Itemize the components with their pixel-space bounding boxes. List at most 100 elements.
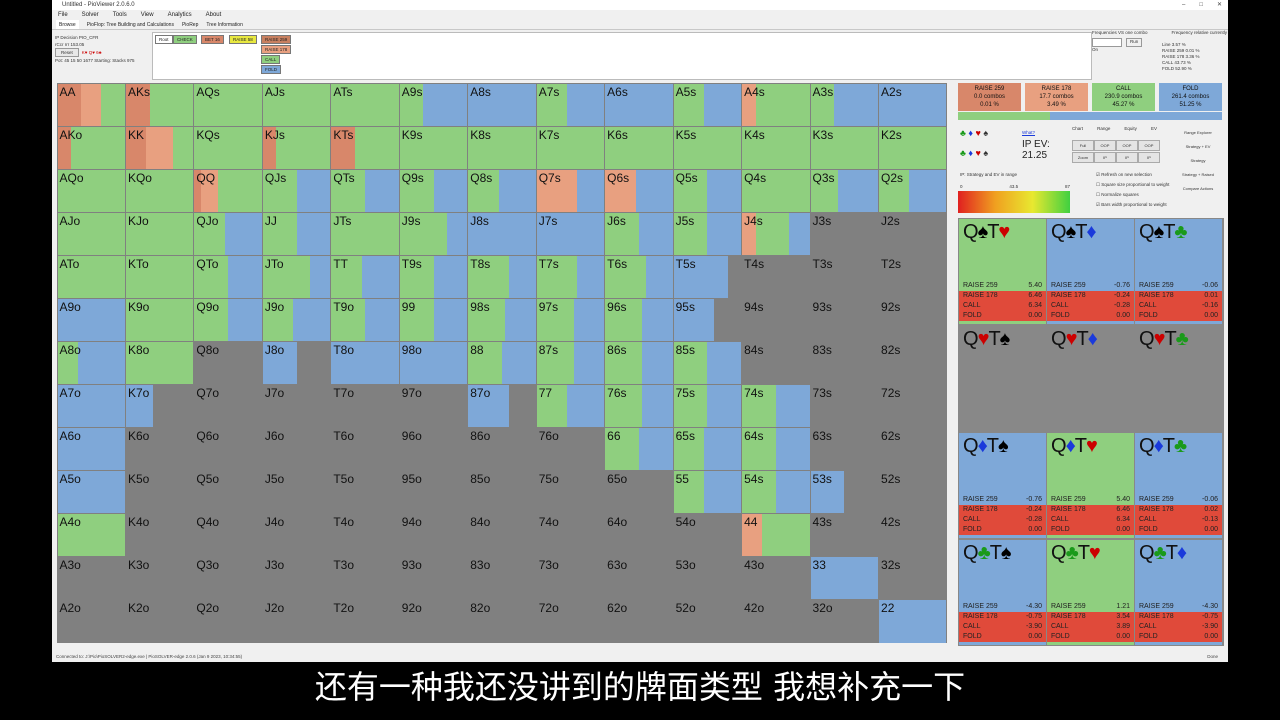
- range-cell-t8o[interactable]: T8o: [331, 341, 399, 385]
- range-cell-k7s[interactable]: K7s: [536, 126, 605, 169]
- range-cell-q4s[interactable]: Q4s: [742, 169, 810, 212]
- compare-actions-button[interactable]: Compare Actions: [1174, 182, 1222, 196]
- refresh-checkbox[interactable]: ☑ Refresh on new selection: [1096, 170, 1169, 180]
- range-cell-k9s[interactable]: K9s: [399, 126, 468, 169]
- square-size-checkbox[interactable]: ☐ Square size proportional to weight: [1096, 180, 1169, 190]
- combo-input[interactable]: [1092, 38, 1122, 47]
- range-cell-aqo[interactable]: AQo: [57, 169, 125, 212]
- range-cell-93s[interactable]: 93s: [810, 298, 878, 341]
- range-cell-94s[interactable]: 94s: [742, 298, 810, 341]
- range-explorer-button[interactable]: Range Explorer: [1174, 126, 1222, 140]
- equity-ip-button[interactable]: IP: [1116, 152, 1138, 163]
- range-cell-q4o[interactable]: Q4o: [194, 514, 262, 557]
- range-cell-83o[interactable]: 83o: [468, 557, 536, 600]
- range-cell-k9o[interactable]: K9o: [125, 298, 194, 341]
- range-cell-q8s[interactable]: Q8s: [468, 169, 536, 212]
- range-cell-83s[interactable]: 83s: [810, 341, 878, 385]
- range-cell-aqs[interactable]: AQs: [194, 83, 262, 126]
- range-cell-t5o[interactable]: T5o: [331, 471, 399, 514]
- range-cell-q2o[interactable]: Q2o: [194, 600, 262, 643]
- range-oop-button[interactable]: OOP: [1094, 140, 1116, 151]
- range-cell-q2s[interactable]: Q2s: [879, 169, 947, 212]
- range-cell-66[interactable]: 66: [605, 428, 673, 471]
- range-cell-96o[interactable]: 96o: [399, 428, 468, 471]
- range-cell-87s[interactable]: 87s: [536, 341, 605, 385]
- range-cell-72o[interactable]: 72o: [536, 600, 605, 643]
- range-cell-t4s[interactable]: T4s: [742, 255, 810, 298]
- range-cell-a8o[interactable]: A8o: [57, 341, 125, 385]
- range-cell-k8o[interactable]: K8o: [125, 341, 194, 385]
- range-cell-q9s[interactable]: Q9s: [399, 169, 468, 212]
- range-cell-t9o[interactable]: T9o: [331, 298, 399, 341]
- tab-piorep[interactable]: PioRep: [182, 20, 198, 29]
- range-cell-kqs[interactable]: KQs: [194, 126, 262, 169]
- combo-cell[interactable]: Q♣T♥ RAISE 259 1.21 RAISE 178 3.54 CALL 3.89 FO…: [1047, 540, 1134, 645]
- range-cell-j4o[interactable]: J4o: [262, 514, 331, 557]
- range-cell-64s[interactable]: 64s: [742, 428, 810, 471]
- range-cell-j2o[interactable]: J2o: [262, 600, 331, 643]
- range-cell-a7o[interactable]: A7o: [57, 385, 125, 428]
- range-cell-aa[interactable]: AA: [57, 83, 125, 126]
- range-cell-43s[interactable]: 43s: [810, 514, 878, 557]
- menu-analytics[interactable]: Analytics: [168, 10, 192, 20]
- range-cell-42o[interactable]: 42o: [742, 600, 810, 643]
- tab-tree-information[interactable]: Tree Information: [206, 20, 243, 29]
- menu-about[interactable]: About: [206, 10, 222, 20]
- combo-cell[interactable]: Q♣T♠ RAISE 259 -4.30 RAISE 178 -0.75 CALL -3.9…: [959, 540, 1046, 645]
- strategy-button[interactable]: Strategy: [1174, 154, 1222, 168]
- range-cell-q7o[interactable]: Q7o: [194, 385, 262, 428]
- range-cell-75s[interactable]: 75s: [673, 385, 742, 428]
- menu-tools[interactable]: Tools: [113, 10, 127, 20]
- range-cell-98s[interactable]: 98s: [468, 298, 536, 341]
- range-cell-82s[interactable]: 82s: [879, 341, 947, 385]
- range-cell-99[interactable]: 99: [399, 298, 468, 341]
- run-button[interactable]: Run: [1126, 38, 1143, 47]
- menu-view[interactable]: View: [141, 10, 154, 20]
- range-cell-64o[interactable]: 64o: [605, 514, 673, 557]
- range-cell-74o[interactable]: 74o: [536, 514, 605, 557]
- strategy-raised-button[interactable]: Strategy + Raised: [1174, 168, 1222, 182]
- range-cell-75o[interactable]: 75o: [536, 471, 605, 514]
- range-cell-55[interactable]: 55: [673, 471, 742, 514]
- range-cell-kjs[interactable]: KJs: [262, 126, 331, 169]
- combo-cell[interactable]: Q♦T♥ RAISE 259 5.40 RAISE 178 6.46 CALL 6.34 FO…: [1047, 433, 1134, 538]
- range-cell-j2s[interactable]: J2s: [879, 212, 947, 255]
- range-cell-94o[interactable]: 94o: [399, 514, 468, 557]
- range-cell-j9s[interactable]: J9s: [399, 212, 468, 255]
- range-cell-q6s[interactable]: Q6s: [605, 169, 673, 212]
- legend-fold[interactable]: FOLD 261.4 combos 51.25 %: [1159, 83, 1222, 111]
- range-cell-kk[interactable]: KK: [125, 126, 194, 169]
- range-cell-j7s[interactable]: J7s: [536, 212, 605, 255]
- range-cell-63s[interactable]: 63s: [810, 428, 878, 471]
- range-cell-qts[interactable]: QTs: [331, 169, 399, 212]
- range-cell-kto[interactable]: KTo: [125, 255, 194, 298]
- reset-button[interactable]: Reset: [55, 48, 79, 57]
- range-cell-86s[interactable]: 86s: [605, 341, 673, 385]
- range-cell-t7o[interactable]: T7o: [331, 385, 399, 428]
- range-cell-54s[interactable]: 54s: [742, 471, 810, 514]
- tree-node-root[interactable]: Root: [155, 35, 173, 44]
- range-cell-ats[interactable]: ATs: [331, 83, 399, 126]
- range-cell-a6s[interactable]: A6s: [605, 83, 673, 126]
- ev-ip-button[interactable]: IP: [1138, 152, 1160, 163]
- range-cell-52o[interactable]: 52o: [673, 600, 742, 643]
- range-cell-ato[interactable]: ATo: [57, 255, 125, 298]
- minimize-button[interactable]: –: [1182, 0, 1185, 10]
- range-cell-t2o[interactable]: T2o: [331, 600, 399, 643]
- range-cell-72s[interactable]: 72s: [879, 385, 947, 428]
- range-cell-j6s[interactable]: J6s: [605, 212, 673, 255]
- range-cell-73o[interactable]: 73o: [536, 557, 605, 600]
- range-cell-j5o[interactable]: J5o: [262, 471, 331, 514]
- range-cell-j8o[interactable]: J8o: [262, 341, 331, 385]
- range-cell-a5o[interactable]: A5o: [57, 471, 125, 514]
- range-cell-k6o[interactable]: K6o: [125, 428, 194, 471]
- range-ip-button[interactable]: IP: [1094, 152, 1116, 163]
- combo-cell[interactable]: Q♣T♦ RAISE 259 -4.30 RAISE 178 -0.75 CALL -3.9…: [1135, 540, 1222, 645]
- range-cell-k5s[interactable]: K5s: [673, 126, 742, 169]
- range-cell-54o[interactable]: 54o: [673, 514, 742, 557]
- range-cell-74s[interactable]: 74s: [742, 385, 810, 428]
- menu-solver[interactable]: Solver: [82, 10, 99, 20]
- suit-selector[interactable]: ♣ ♦ ♥ ♠: [960, 128, 988, 138]
- range-cell-t2s[interactable]: T2s: [879, 255, 947, 298]
- range-cell-a3s[interactable]: A3s: [810, 83, 878, 126]
